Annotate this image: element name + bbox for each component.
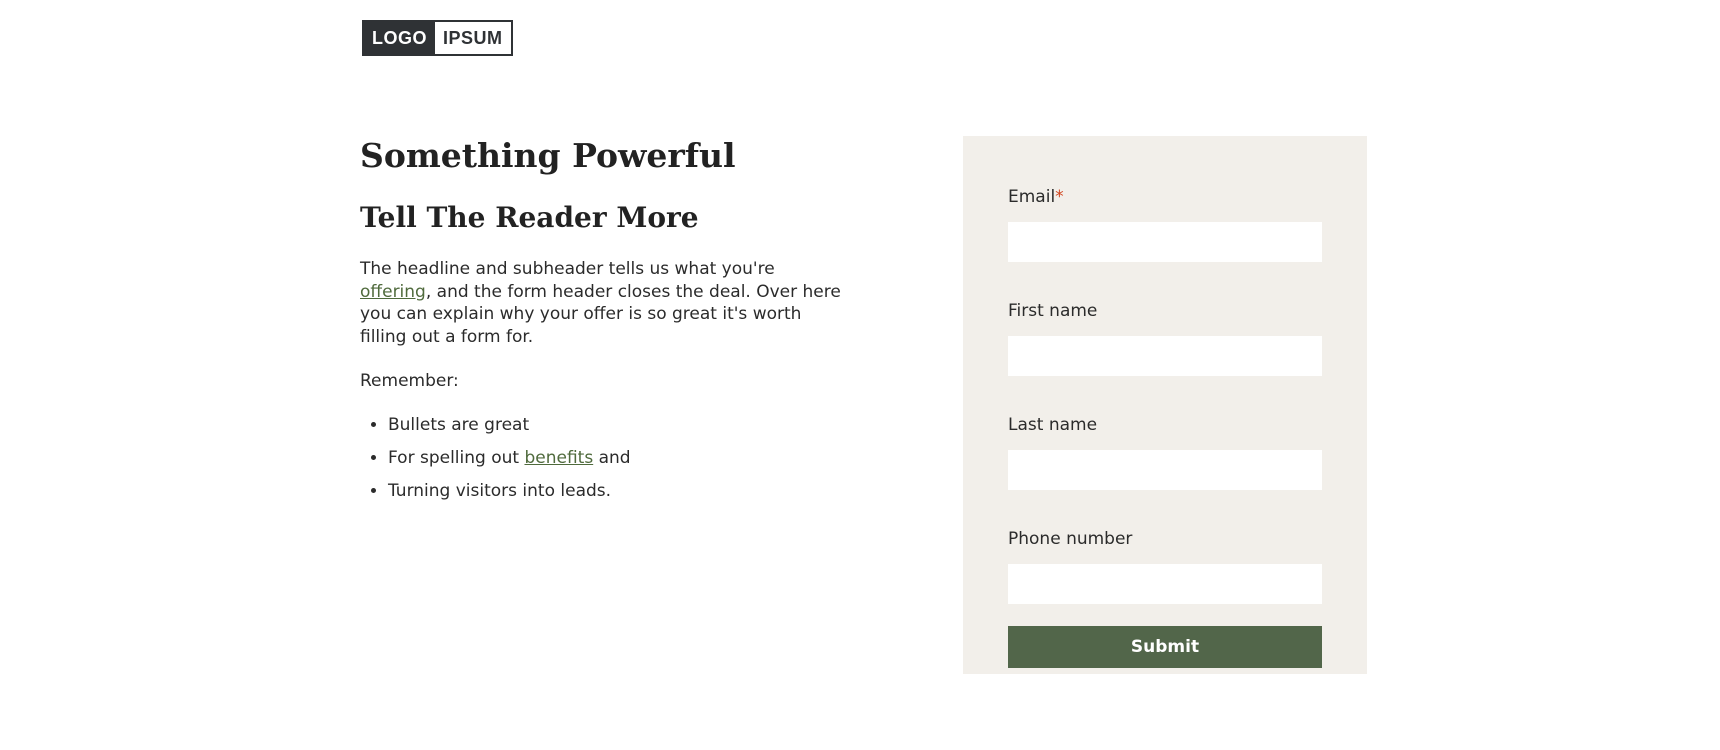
landing-page: LOGO IPSUM Something Powerful Tell The R… — [0, 0, 1720, 750]
submit-button[interactable]: Submit — [1008, 626, 1322, 668]
body-paragraph: The headline and subheader tells us what… — [360, 258, 850, 348]
email-label: Email* — [1008, 186, 1322, 208]
last-name-input[interactable] — [1008, 450, 1322, 490]
first-name-label: First name — [1008, 301, 1098, 321]
email-input[interactable] — [1008, 222, 1322, 262]
page-subheadline: Tell The Reader More — [360, 201, 699, 234]
first-name-field-group: First name — [1008, 300, 1322, 376]
last-name-label: Last name — [1008, 415, 1098, 435]
benefits-link[interactable]: benefits — [524, 448, 593, 468]
email-label-text: Email — [1008, 187, 1056, 207]
page-headline: Something Powerful — [360, 136, 736, 175]
lead-form: Email* First name Last name Phone number… — [963, 136, 1367, 674]
paragraph-text-end: , and the form header closes the deal. O… — [360, 281, 841, 347]
list-item: Bullets are great — [388, 414, 850, 436]
logo[interactable]: LOGO IPSUM — [362, 20, 513, 56]
bullet-text: Bullets are great — [388, 415, 530, 435]
offering-link[interactable]: offering — [360, 282, 426, 302]
phone-field-group: Phone number — [1008, 528, 1322, 604]
first-name-input[interactable] — [1008, 336, 1322, 376]
list-item: For spelling out benefits and — [388, 447, 850, 469]
email-field-group: Email* — [1008, 186, 1322, 262]
bullet-text: For spelling out — [388, 448, 525, 468]
logo-text-left: LOGO — [364, 22, 435, 54]
content-column: Something Powerful Tell The Reader More … — [360, 130, 850, 513]
benefits-list: Bullets are great For spelling out benef… — [388, 414, 850, 502]
last-name-field-group: Last name — [1008, 414, 1322, 490]
required-asterisk: * — [1055, 187, 1064, 207]
phone-label: Phone number — [1008, 529, 1133, 549]
logo-text-right: IPSUM — [435, 22, 511, 54]
bullet-text: Turning visitors into leads. — [388, 481, 612, 501]
paragraph-text-start: The headline and subheader tells us what… — [360, 259, 775, 279]
bullet-text: and — [593, 448, 631, 468]
list-item: Turning visitors into leads. — [388, 480, 850, 502]
remember-text: Remember: — [360, 371, 459, 391]
phone-input[interactable] — [1008, 564, 1322, 604]
